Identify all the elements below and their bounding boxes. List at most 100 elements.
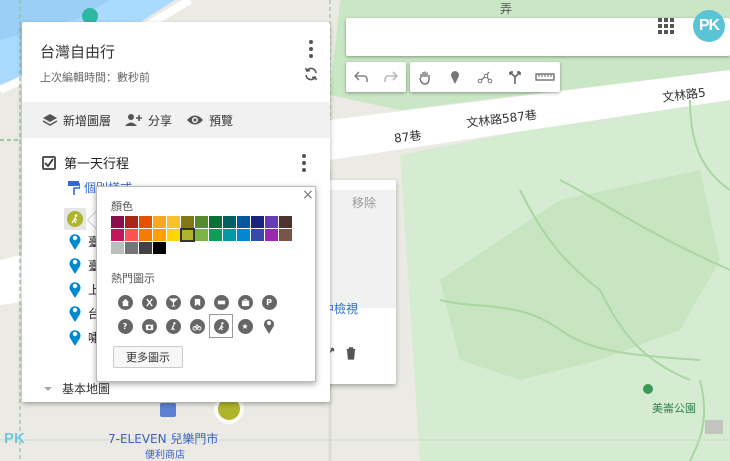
icon-option-shopping[interactable] (233, 290, 257, 314)
color-swatch[interactable] (237, 216, 250, 228)
cycling-icon (189, 318, 205, 334)
icon-option-bar[interactable] (161, 290, 185, 314)
drawing-tools (410, 62, 560, 92)
style-popup: × 顏色 熱門圖示 P? ★ 更多圖示 (96, 186, 316, 382)
icon-option-pin[interactable] (257, 314, 281, 338)
trash-icon[interactable] (344, 346, 358, 360)
hotel-icon (213, 294, 229, 310)
layer-visibility-checkbox[interactable] (42, 155, 56, 170)
color-swatch[interactable] (153, 229, 166, 241)
icon-option-star[interactable]: ★ (233, 314, 257, 338)
color-swatch[interactable] (125, 242, 138, 254)
color-swatch[interactable] (251, 216, 264, 228)
color-swatch[interactable] (167, 216, 180, 228)
paint-roller-icon (68, 180, 80, 195)
icon-option-restaurant[interactable] (137, 290, 161, 314)
map-title[interactable]: 台灣自由行 (40, 41, 115, 62)
color-swatch[interactable] (125, 229, 138, 241)
color-swatch[interactable] (139, 216, 152, 228)
preview-button[interactable]: 預覽 (186, 112, 233, 129)
icon-option-cycling[interactable] (185, 314, 209, 338)
shopping-icon (237, 294, 253, 310)
icon-option-home[interactable] (113, 290, 137, 314)
color-swatch[interactable] (209, 216, 222, 228)
selected-place-icon-box (64, 208, 86, 230)
base-map-row[interactable]: 基本地圖 (42, 380, 110, 397)
icon-option-walking[interactable] (161, 314, 185, 338)
color-swatch[interactable] (223, 216, 236, 228)
restaurant-icon (141, 294, 157, 310)
eye-icon (187, 115, 204, 125)
icon-option-hotel[interactable] (209, 290, 233, 314)
account-avatar[interactable]: PK (693, 10, 725, 42)
color-swatch[interactable] (125, 216, 138, 228)
icon-option-parking[interactable]: P (257, 290, 281, 314)
color-swatch[interactable] (195, 229, 208, 241)
sync-icon (304, 67, 318, 81)
add-layer-button[interactable]: 新增圖層 (42, 112, 111, 129)
color-swatch[interactable] (265, 229, 278, 241)
store-label[interactable]: 7-ELEVEN 兒樂門市 (108, 430, 218, 447)
color-swatch[interactable] (279, 216, 292, 228)
ruler-icon (535, 73, 555, 81)
pan-button[interactable] (410, 62, 440, 92)
measure-button[interactable] (530, 62, 560, 92)
base-map-label: 基本地圖 (62, 382, 111, 396)
walking-icon (165, 318, 181, 334)
star-icon: ★ (237, 318, 253, 334)
map-options-icon[interactable] (308, 40, 314, 58)
color-swatch[interactable] (153, 242, 166, 254)
selected-place-row[interactable] (64, 208, 86, 230)
icon-palette: P? ★ (113, 290, 281, 338)
color-swatch[interactable] (111, 216, 124, 228)
color-swatch[interactable] (180, 228, 195, 242)
color-swatch[interactable] (195, 216, 208, 228)
help-icon: ? (117, 318, 133, 334)
close-icon[interactable]: × (302, 187, 314, 203)
redo-button[interactable] (376, 62, 406, 92)
color-swatch[interactable] (181, 216, 194, 228)
cafe-icon (189, 294, 205, 310)
undo-button[interactable] (346, 62, 376, 92)
color-swatch[interactable] (209, 229, 222, 241)
share-button[interactable]: 分享 (125, 112, 172, 129)
pin-icon (264, 319, 274, 334)
place-pin-icon (69, 306, 81, 322)
color-swatch[interactable] (237, 229, 250, 241)
watermark-logo: PK (4, 430, 25, 447)
layer-options-icon[interactable] (301, 154, 307, 172)
icon-option-help[interactable]: ? (113, 314, 137, 338)
park-label[interactable]: 美崙公園 (652, 400, 696, 416)
icon-option-hiking[interactable] (209, 314, 233, 338)
directions-icon (509, 71, 521, 84)
color-swatch[interactable] (111, 242, 124, 254)
directions-button[interactable] (500, 62, 530, 92)
road-label-87: 87巷 (393, 128, 423, 146)
walking-icon (67, 211, 83, 227)
color-swatch[interactable] (139, 242, 152, 254)
color-swatch[interactable] (265, 216, 278, 228)
place-pin-icon (69, 330, 81, 346)
layer-name[interactable]: 第一天行程 (64, 153, 129, 172)
color-palette (111, 216, 292, 254)
color-swatch[interactable] (139, 229, 152, 241)
apps-grid-icon[interactable] (657, 17, 675, 35)
color-swatch[interactable] (279, 229, 292, 241)
layer-header: 第一天行程 (42, 153, 129, 172)
more-icons-button[interactable]: 更多圖示 (113, 346, 183, 368)
color-swatch[interactable] (111, 229, 124, 241)
remove-button[interactable]: 移除 (352, 194, 376, 211)
color-swatch[interactable] (153, 216, 166, 228)
hand-icon (419, 71, 430, 85)
icon-option-cafe[interactable] (185, 290, 209, 314)
draw-line-button[interactable] (470, 62, 500, 92)
home-icon (117, 294, 133, 310)
add-marker-button[interactable] (440, 62, 470, 92)
icon-option-camera[interactable] (137, 314, 161, 338)
add-person-icon (125, 114, 143, 126)
color-swatch[interactable] (223, 229, 236, 241)
layers-icon (42, 114, 58, 126)
camera-icon (141, 318, 157, 334)
color-swatch[interactable] (251, 229, 264, 241)
color-swatch[interactable] (167, 229, 180, 241)
